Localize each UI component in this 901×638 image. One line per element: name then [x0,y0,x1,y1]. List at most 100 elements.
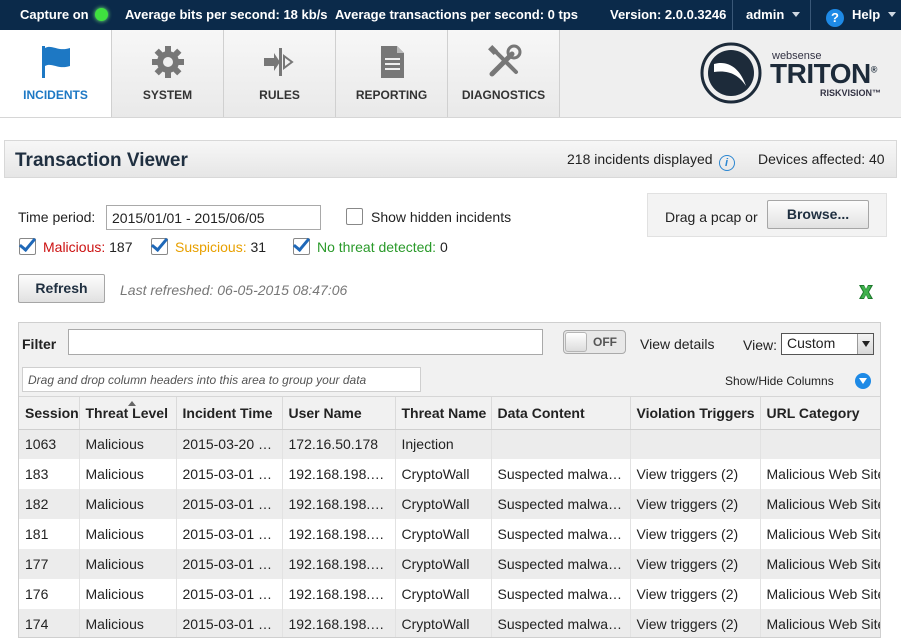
violation-triggers-cell[interactable]: View triggers (2) [630,459,761,489]
threat-level-cell: Malicious [79,519,177,549]
table-row[interactable]: 174 Malicious 2015-03-01 11... 192.168.198.… [19,609,880,637]
table-row[interactable]: 1063 Malicious 2015-03-20 11... 172.16.50.1… [19,429,880,459]
sort-ascending-icon [127,401,136,406]
violation-triggers-cell[interactable]: View triggers (2) [630,609,761,637]
col-header-user-name[interactable]: User Name [282,397,396,430]
url-category-cell: Malicious Web Site [760,519,880,549]
last-refreshed: Last refreshed: 06-05-2015 08:47:06 [120,282,348,298]
user-name-cell: 192.168.198.134 [282,519,396,549]
nav-incidents[interactable]: INCIDENTS [0,30,112,117]
user-name-cell: 192.168.198.134 [282,459,396,489]
malicious-filter: Malicious: 187 [43,239,133,255]
table-row[interactable]: 177 Malicious 2015-03-01 11... 192.168.198.… [19,549,880,579]
violation-triggers-cell[interactable]: View triggers (2) [630,579,761,609]
incidents-table: Session Threat Level Incident Time User … [19,397,880,637]
page-title: Transaction Viewer [15,150,188,171]
time-period-label: Time period: [18,209,96,225]
threat-level-cell: Malicious [79,429,177,459]
threat-level-cell: Malicious [79,459,177,489]
user-name-cell: 192.168.198.134 [282,609,396,637]
session-cell[interactable]: 174 [19,609,80,637]
col-header-threat-name[interactable]: Threat Name [395,397,492,430]
data-content-cell: Suspected malware... [491,579,631,609]
table-row[interactable]: 183 Malicious 2015-03-01 11... 192.168.198.… [19,459,880,489]
table-row[interactable]: 182 Malicious 2015-03-01 11... 192.168.198.… [19,489,880,519]
violation-triggers-cell [630,429,761,459]
user-name: admin [746,7,785,22]
threat-name-cell: CryptoWall [395,549,492,579]
document-icon [381,46,404,78]
nav-system[interactable]: SYSTEM [112,30,224,117]
refresh-button[interactable]: Refresh [18,274,105,303]
url-category-cell: Malicious Web Site [760,459,880,489]
url-category-cell: Malicious Web Site [760,549,880,579]
pcap-label: Drag a pcap or [665,209,758,225]
excel-export-icon[interactable] [857,284,875,300]
nav-rules[interactable]: RULES [224,30,336,117]
topbar-divider [732,0,733,30]
url-category-cell: Malicious Web Site [760,579,880,609]
violation-triggers-cell[interactable]: View triggers (2) [630,489,761,519]
incidents-count: 218 incidents displayed i [567,151,735,171]
session-cell[interactable]: 176 [19,579,80,609]
chevron-down-icon [888,12,897,17]
page-title-bar: Transaction Viewer 218 incidents display… [4,140,897,178]
data-content-cell: Suspected malware... [491,549,631,579]
rules-icon [264,48,294,76]
threat-name-cell: CryptoWall [395,579,492,609]
no-threat-checkbox[interactable] [293,238,310,255]
col-header-incident-time[interactable]: Incident Time [176,397,283,430]
main-nav: INCIDENTS SYSTEM RULES REPORTING DIAGNOS… [0,30,901,118]
table-row[interactable]: 176 Malicious 2015-03-01 11... 192.168.198.… [19,579,880,609]
incident-time-cell: 2015-03-01 11... [176,609,283,637]
browse-button[interactable]: Browse... [767,200,869,229]
malicious-checkbox[interactable] [19,238,36,255]
view-details-toggle[interactable]: OFF [563,330,626,354]
top-status-bar: Capture on Average bits per second: 18 k… [0,0,901,30]
table-body: 1063 Malicious 2015-03-20 11... 172.16.50.1… [19,429,880,637]
session-cell[interactable]: 1063 [19,429,80,459]
chevron-down-icon [792,12,801,17]
pcap-upload-area[interactable]: Drag a pcap or Browse... [647,193,887,237]
col-header-data-content[interactable]: Data Content [491,397,631,430]
view-label: View: [743,337,777,353]
violation-triggers-cell[interactable]: View triggers (2) [630,519,761,549]
capture-label: Capture on [20,7,89,22]
incident-time-cell: 2015-03-01 11... [176,459,283,489]
time-period-input[interactable] [106,205,321,230]
logo-subtitle: RISKVISION™ [820,88,882,98]
suspicious-checkbox[interactable] [151,238,168,255]
show-hide-columns-label[interactable]: Show/Hide Columns [725,374,834,388]
info-icon[interactable]: i [718,155,735,171]
group-by-area[interactable]: Drag and drop column headers into this a… [22,367,421,392]
col-header-url-category[interactable]: URL Category [760,397,880,430]
show-hidden-checkbox[interactable] [346,208,363,225]
show-hidden-label: Show hidden incidents [371,209,512,225]
capture-status: Capture on [20,0,108,30]
nav-diagnostics[interactable]: DIAGNOSTICS [448,30,560,117]
table-row[interactable]: 181 Malicious 2015-03-01 11... 192.168.198.… [19,519,880,549]
grid-toolbar: Filter OFF View details View: Custom Dra… [19,323,880,397]
violation-triggers-cell[interactable]: View triggers (2) [630,549,761,579]
col-header-threat-level[interactable]: Threat Level [79,397,177,430]
view-select[interactable]: Custom [781,333,874,355]
expand-columns-icon[interactable] [855,373,871,389]
user-name-cell: 172.16.50.178 [282,429,396,459]
incident-time-cell: 2015-03-01 11... [176,489,283,519]
col-header-violation-triggers[interactable]: Violation Triggers [630,397,761,430]
help-label: Help [852,7,881,22]
session-cell[interactable]: 181 [19,519,80,549]
col-header-session[interactable]: Session [19,397,80,430]
topbar-divider [810,0,811,30]
help-icon: ? [826,9,844,27]
session-cell[interactable]: 182 [19,489,80,519]
nav-reporting[interactable]: REPORTING [336,30,448,117]
user-menu[interactable]: admin [746,0,801,30]
session-cell[interactable]: 183 [19,459,80,489]
session-cell[interactable]: 177 [19,549,80,579]
incident-time-cell: 2015-03-01 11... [176,579,283,609]
table-header-row: Session Threat Level Incident Time User … [19,397,880,430]
help-menu[interactable]: ? Help [826,0,897,30]
data-content-cell: Suspected malware... [491,489,631,519]
filter-input[interactable] [68,329,543,355]
